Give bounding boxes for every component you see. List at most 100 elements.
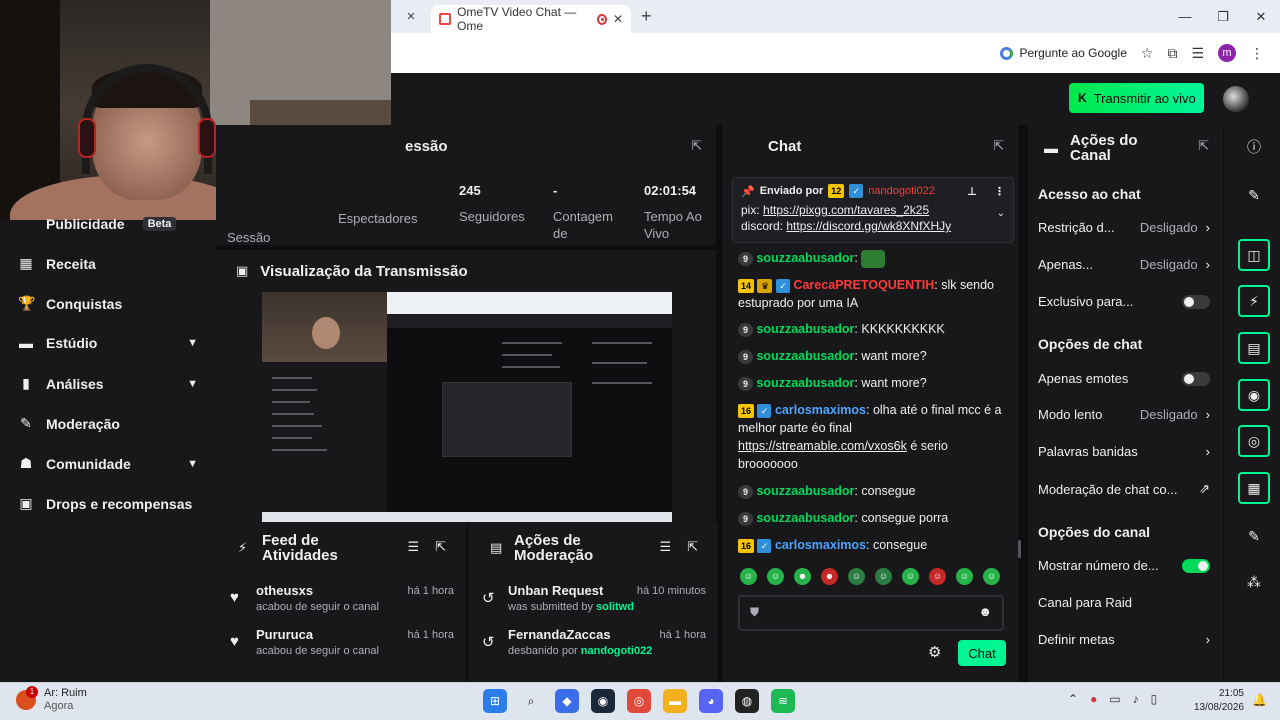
sidebar-item-receita[interactable]: ▦ Receita [18, 255, 198, 272]
moderation-item-title[interactable]: Unban Request [508, 583, 603, 598]
chat-user[interactable]: souzzaabusador [756, 376, 854, 390]
menu-dots-icon[interactable]: ⋮ [1250, 45, 1264, 62]
discord-link[interactable]: https://discord.gg/wk8XNfXHJy [786, 219, 951, 233]
media-queue-icon[interactable]: ☰ [1191, 45, 1204, 62]
battery-icon[interactable]: ▯ [1151, 692, 1158, 706]
popout-icon[interactable]: ⇱ [691, 138, 702, 154]
streamable-link[interactable]: https://streamable.com/vxos6k [738, 439, 907, 453]
setting-palavras-banidas[interactable]: Palavras banidas › [1038, 444, 1210, 459]
minimize-icon[interactable]: — [1166, 0, 1204, 33]
note-icon[interactable]: ▤ [1238, 332, 1270, 364]
sidebar-item-moderacao[interactable]: ✎ Moderação [18, 415, 198, 432]
search-icon[interactable]: ⌕ [519, 689, 543, 713]
chevron-up-icon[interactable]: ⌃ [1068, 692, 1078, 706]
volume-icon[interactable]: ♪ [1133, 692, 1139, 706]
user-avatar[interactable] [1223, 86, 1249, 112]
emote-icon[interactable]: ☺ [740, 568, 757, 585]
chrome-icon[interactable]: ◎ [627, 689, 651, 713]
spotify-icon[interactable]: ≋ [771, 689, 795, 713]
bookmark-star-icon[interactable]: ☆ [1141, 45, 1154, 62]
moderation-item-title[interactable]: FernandaZaccas [508, 627, 611, 642]
sidebar-item-estudio[interactable]: ▬ Estúdio ▼ [18, 335, 198, 351]
pix-link[interactable]: https://pixgg.com/tavares_2k25 [763, 203, 929, 217]
chat-user[interactable]: souzzaabusador [756, 251, 854, 265]
moderation-user[interactable]: solitwd [596, 601, 634, 613]
setting-canal-raid[interactable]: Canal para Raid [1038, 595, 1210, 610]
notification-bell-icon[interactable]: 🔔 [1252, 693, 1267, 707]
broadcast-icon[interactable]: ◎ [1238, 425, 1270, 457]
emoji-icon[interactable]: ☻ [978, 604, 992, 619]
sidebar-item-analises[interactable]: ▮ Análises ▼ [18, 375, 198, 392]
chat-input[interactable] [740, 597, 1002, 629]
moderation-user[interactable]: nandogoti022 [581, 645, 653, 657]
emote-icon[interactable]: ☺ [956, 568, 973, 585]
edit-icon[interactable]: ✎ [1238, 179, 1270, 211]
setting-moderacao-chat[interactable]: Moderação de chat co... ⇗ [1038, 481, 1210, 497]
more-icon[interactable]: ⋮ [994, 185, 1005, 198]
filter-icon[interactable]: ☰ [407, 539, 419, 555]
chat-user[interactable]: CarecaPRETOQUENTIH [793, 278, 934, 292]
extensions-icon[interactable]: ⧉ [1167, 45, 1177, 62]
emote-icon[interactable]: ☻ [821, 568, 838, 585]
new-tab-icon[interactable]: + [641, 6, 652, 27]
setting-restricao[interactable]: Restrição d... Desligado › [1038, 220, 1210, 235]
folder-icon[interactable]: ▬ [663, 689, 687, 713]
unpin-icon[interactable]: ⊥ [967, 185, 977, 198]
maximize-icon[interactable]: ❐ [1204, 0, 1242, 33]
steam-icon[interactable]: ◉ [591, 689, 615, 713]
chat-send-button[interactable]: Chat [958, 640, 1006, 666]
system-clock[interactable]: 21:05 13/08/2026 [1190, 687, 1244, 715]
emote-icon[interactable]: ☺ [875, 568, 892, 585]
profile-avatar[interactable]: m [1218, 44, 1236, 62]
chat-user[interactable]: souzzaabusador [756, 511, 854, 525]
feed-user[interactable]: otheusxs [256, 583, 313, 598]
stream-preview-video[interactable] [262, 292, 672, 522]
chat-user[interactable]: carlosmaximos [775, 538, 866, 552]
emote-icon[interactable]: ☺ [848, 568, 865, 585]
popout-icon[interactable]: ⇱ [687, 539, 698, 555]
share-icon[interactable]: ⁂ [1238, 566, 1270, 598]
filter-icon[interactable]: ☰ [659, 539, 671, 555]
microphone-icon[interactable]: ● [1090, 692, 1097, 706]
sidebar-item-comunidade[interactable]: ☗ Comunidade ▼ [18, 455, 198, 472]
setting-modo-lento[interactable]: Modo lento Desligado › [1038, 407, 1210, 422]
setting-definir-metas[interactable]: Definir metas › [1038, 632, 1210, 647]
info-icon[interactable]: ⓘ [1238, 131, 1270, 163]
tab-close-icon[interactable]: ✕ [613, 12, 623, 26]
ask-google-button[interactable]: Pergunte ao Google [1000, 46, 1127, 60]
close-window-icon[interactable]: ✕ [1242, 0, 1280, 33]
exclusivo-toggle[interactable] [1182, 294, 1210, 309]
chat-scrollbar[interactable] [1018, 540, 1021, 558]
chat-user[interactable]: carlosmaximos [775, 403, 866, 417]
emote-icon[interactable]: ☺ [929, 568, 946, 585]
wrench-icon[interactable]: ✎ [1238, 520, 1270, 552]
expand-chevron-icon[interactable]: ⌄ [997, 208, 1005, 219]
app-icon[interactable]: ◆ [555, 689, 579, 713]
sidebar-item-publicidade[interactable]: Publicidade Beta [18, 216, 198, 232]
go-live-button[interactable]: K Transmitir ao vivo [1069, 83, 1204, 113]
sidebar-item-drops[interactable]: ▣ Drops e recompensas [18, 495, 198, 512]
popout-icon[interactable]: ⇱ [1198, 138, 1209, 154]
windows-start-icon[interactable]: ⊞ [483, 689, 507, 713]
emote-icon[interactable]: ☻ [794, 568, 811, 585]
tab-stub[interactable]: ✕ [391, 0, 431, 33]
browser-tab-active[interactable]: OmeTV Video Chat — Ome ✕ [431, 5, 631, 33]
emote-icon[interactable]: ☺ [767, 568, 784, 585]
emotes-only-toggle[interactable] [1182, 371, 1210, 386]
obs-icon[interactable]: ◍ [735, 689, 759, 713]
popout-icon[interactable]: ⇱ [435, 539, 446, 555]
layout-icon[interactable]: ▦ [1238, 472, 1270, 504]
chat-user[interactable]: souzzaabusador [756, 349, 854, 363]
gear-icon[interactable]: ⚙ [928, 643, 941, 661]
show-viewer-count-toggle[interactable] [1182, 558, 1210, 573]
chat-user[interactable]: souzzaabusador [756, 322, 854, 336]
chat-user[interactable]: souzzaabusador [756, 484, 854, 498]
emote-icon[interactable]: ☺ [902, 568, 919, 585]
sidebar-item-conquistas[interactable]: 🏆 Conquistas [18, 295, 198, 312]
lightning-icon[interactable]: ⚡ [1238, 285, 1270, 317]
popout-icon[interactable]: ⇱ [993, 138, 1004, 154]
camera-switch-icon[interactable]: ◫ [1238, 239, 1270, 271]
emote-icon[interactable]: ☺ [983, 568, 1000, 585]
weather-widget[interactable]: 1 Ar: Ruim Agora [16, 686, 87, 713]
chat-bubble-icon[interactable]: ◉ [1238, 379, 1270, 411]
